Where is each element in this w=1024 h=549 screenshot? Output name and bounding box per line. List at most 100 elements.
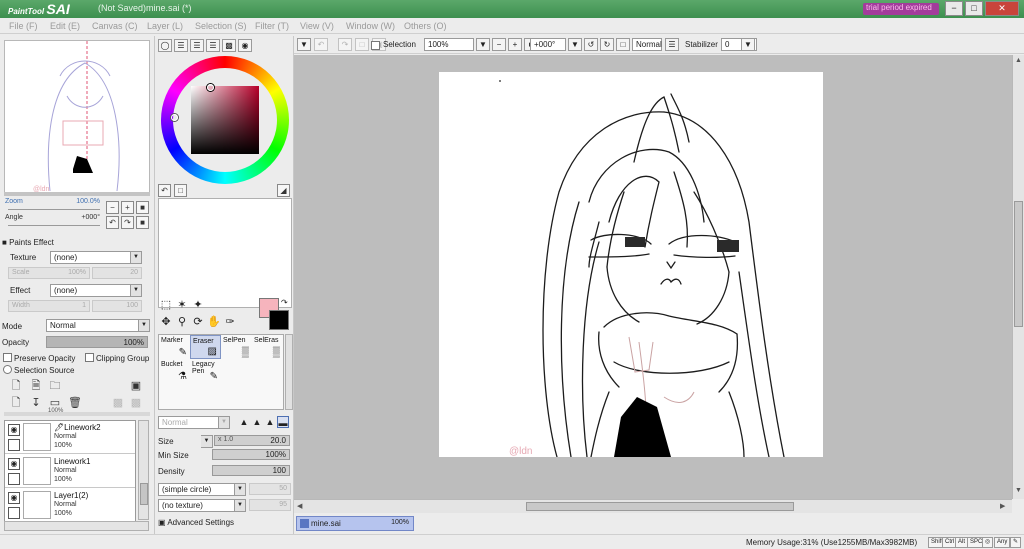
- canvas-vertical-scrollbar[interactable]: ▲ ▼: [1012, 55, 1024, 499]
- eyedropper-icon[interactable]: ✑: [223, 315, 237, 329]
- scratchpad-tab[interactable]: ◉: [238, 39, 252, 52]
- menu-canvas[interactable]: Canvas (C): [92, 21, 138, 31]
- clipping-group-checkbox[interactable]: [85, 353, 94, 362]
- tool-seleras[interactable]: SelEras ▒: [252, 335, 283, 359]
- saturation-value-square[interactable]: [191, 86, 259, 154]
- merge-down-icon[interactable]: ↧: [30, 397, 42, 410]
- scroll-down-icon[interactable]: ▼: [1015, 487, 1022, 494]
- file-tab[interactable]: mine.sai 100%: [296, 516, 414, 531]
- layer-list-scroll-thumb[interactable]: [140, 483, 148, 505]
- tool-marker[interactable]: Marker ✎: [159, 335, 190, 359]
- sv-cursor[interactable]: [207, 84, 214, 91]
- rotate-icon[interactable]: ⟳: [191, 315, 205, 329]
- angle-field[interactable]: +000°: [530, 38, 566, 51]
- rotate-left-button[interactable]: ↶: [106, 216, 119, 229]
- brush-blend-select[interactable]: Normal ▼: [158, 416, 230, 429]
- zoom-slider[interactable]: Zoom 100.0%: [4, 198, 102, 210]
- lock-toggle[interactable]: [8, 439, 20, 451]
- eye-icon[interactable]: ◉: [8, 458, 20, 470]
- brush-texture-select[interactable]: (no texture) ▼: [158, 499, 246, 512]
- menu-filter[interactable]: Filter (T): [255, 21, 289, 31]
- drawing-canvas[interactable]: @ldn: [439, 72, 823, 457]
- minimize-button[interactable]: −: [945, 1, 963, 16]
- layer-list-scrollbar[interactable]: [138, 420, 149, 520]
- selection-source-radio[interactable]: [3, 365, 12, 374]
- angle-slider[interactable]: Angle +000°: [4, 214, 102, 226]
- scroll-up-icon[interactable]: ▲: [1015, 57, 1022, 64]
- advanced-settings-toggle[interactable]: ▣ Advanced Settings: [158, 518, 234, 527]
- zoom-out-button[interactable]: −: [106, 201, 119, 214]
- density-slider[interactable]: 100: [212, 465, 290, 476]
- lasso-icon[interactable]: ✶: [175, 298, 189, 312]
- zoom-dropdown[interactable]: ▼: [476, 38, 490, 51]
- zoom-reset-button[interactable]: ■: [136, 201, 149, 214]
- opacity-slider[interactable]: 100%: [46, 336, 148, 348]
- scratch-page-icon[interactable]: □: [174, 184, 187, 197]
- size-slider[interactable]: x 1.0 20.0: [214, 435, 290, 446]
- redo-icon[interactable]: ↷: [338, 38, 352, 51]
- mixer-tab[interactable]: ☰: [206, 39, 220, 52]
- tool-eraser[interactable]: Eraser ▨: [190, 335, 221, 359]
- brush-shape-select[interactable]: (simple circle) ▼: [158, 483, 246, 496]
- canvas-horizontal-scrollbar[interactable]: ◀ ▶: [294, 499, 1012, 513]
- maximize-button[interactable]: □: [965, 1, 983, 16]
- tool-selpen[interactable]: SelPen ▒: [221, 335, 252, 359]
- copy-layer-icon[interactable]: 🗋: [10, 397, 22, 410]
- layer-mode-select[interactable]: Normal ▼: [46, 319, 150, 332]
- stabilizer-dropdown[interactable]: ▼: [741, 38, 755, 51]
- delete-layer-icon[interactable]: 🗑: [68, 397, 82, 410]
- eye-icon[interactable]: ◉: [8, 492, 20, 504]
- canvas-area[interactable]: @ldn: [294, 55, 1012, 499]
- magic-wand-icon[interactable]: ✦: [191, 298, 205, 312]
- menu-window[interactable]: Window (W): [346, 21, 395, 31]
- move-icon[interactable]: ✥: [159, 315, 173, 329]
- effect-select[interactable]: (none) ▼: [50, 284, 142, 297]
- scroll-right-icon[interactable]: ▶: [1000, 502, 1005, 510]
- zoom-icon[interactable]: ⚲: [175, 315, 189, 329]
- layer-list-hscrollbar[interactable]: [4, 521, 149, 531]
- toolbar-rotate-right[interactable]: ↻: [600, 38, 614, 51]
- canvas-horizontal-scroll-thumb[interactable]: [526, 502, 794, 511]
- swatch-tab[interactable]: ▩: [222, 39, 236, 52]
- scratch-close-icon[interactable]: ◢: [277, 184, 290, 197]
- tool-legacy-pen[interactable]: Legacy Pen ✎: [190, 359, 221, 383]
- undo-icon[interactable]: ↶: [314, 38, 328, 51]
- close-button[interactable]: ✕: [985, 1, 1019, 16]
- zoom-field[interactable]: 100%: [424, 38, 474, 51]
- layer-row[interactable]: ◉ Layer1(2) Normal 100%: [5, 489, 135, 522]
- brush-shape-square-icon[interactable]: ▬: [277, 416, 289, 428]
- zoom-in-button[interactable]: +: [121, 201, 134, 214]
- color-wheel-tab[interactable]: ◯: [158, 39, 172, 52]
- new-layer-icon[interactable]: 🗋: [10, 380, 22, 393]
- hue-cursor[interactable]: [171, 114, 178, 121]
- min-size-slider[interactable]: 100%: [212, 449, 290, 460]
- toolbar-zoom-out-button[interactable]: −: [492, 38, 506, 51]
- new-folder-icon[interactable]: 🗀: [49, 380, 61, 393]
- size-multiplier-select[interactable]: ▼: [201, 435, 213, 448]
- layer-row[interactable]: ◉ Linework1 Normal 100%: [5, 455, 135, 488]
- scratch-undo-icon[interactable]: ↶: [158, 184, 171, 197]
- toolbar-rotate-left[interactable]: ↺: [584, 38, 598, 51]
- toolbar-zoom-in-button[interactable]: +: [508, 38, 522, 51]
- rect-select-icon[interactable]: ⬚: [159, 298, 173, 312]
- texture-select[interactable]: (none) ▼: [50, 251, 142, 264]
- menu-file[interactable]: File (F): [9, 21, 38, 31]
- scratchpad-area[interactable]: [158, 198, 292, 308]
- layer-row[interactable]: ◉ 🖊Linework2 Normal 100%: [5, 421, 135, 454]
- flip-icon[interactable]: ☰: [665, 38, 679, 51]
- menu-selection[interactable]: Selection (S): [195, 21, 247, 31]
- paints-effect-header[interactable]: ■ Paints Effect: [2, 238, 54, 247]
- rgb-slider-tab[interactable]: ☰: [174, 39, 188, 52]
- scroll-left-icon[interactable]: ◀: [297, 502, 302, 510]
- merge-visible-icon[interactable]: ▩: [112, 397, 124, 410]
- flatten-icon[interactable]: ▩: [130, 397, 142, 410]
- brush-shape-hard-icon[interactable]: ▲: [238, 416, 250, 428]
- lock-toggle[interactable]: [8, 507, 20, 519]
- toolbar-menu-icon[interactable]: ▼: [297, 38, 311, 51]
- preserve-opacity-checkbox[interactable]: [3, 353, 12, 362]
- tool-grid-scrollbar[interactable]: [285, 334, 293, 410]
- menu-view[interactable]: View (V): [300, 21, 334, 31]
- hsv-slider-tab[interactable]: ☰: [190, 39, 204, 52]
- color-wheel[interactable]: [161, 56, 289, 184]
- selection-checkbox[interactable]: [371, 41, 380, 50]
